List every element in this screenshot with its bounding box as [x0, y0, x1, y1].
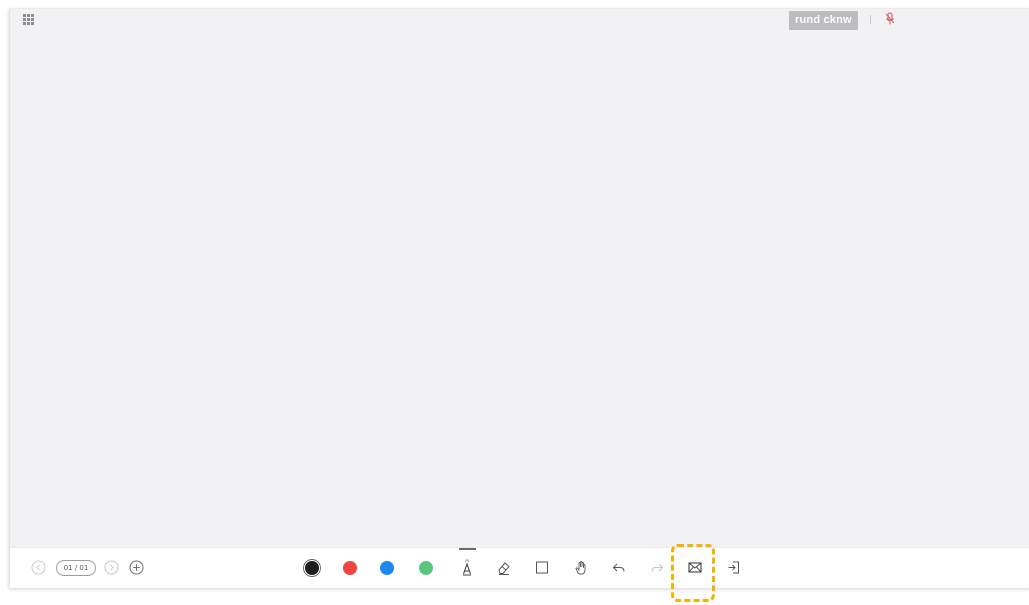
bottom-toolbar: 01 / 01	[10, 547, 1029, 588]
chevron-left-icon[interactable]	[31, 560, 46, 575]
pen-selector-indicator	[459, 548, 476, 550]
drawing-canvas[interactable]	[10, 31, 1029, 547]
pen-icon[interactable]	[459, 556, 475, 576]
microphone-muted-icon[interactable]	[884, 12, 896, 26]
eraser-icon[interactable]	[496, 559, 512, 576]
whiteboard-window: rund cknw 01 / 01	[9, 8, 1029, 588]
undo-icon[interactable]	[611, 559, 627, 576]
exit-icon[interactable]	[726, 559, 742, 576]
page-counter: 01 / 01	[56, 560, 96, 576]
color-green-swatch[interactable]	[419, 561, 433, 575]
color-red-swatch[interactable]	[343, 561, 357, 575]
hand-icon[interactable]	[573, 559, 589, 576]
grid-icon[interactable]	[23, 14, 34, 25]
chevron-right-icon[interactable]	[104, 560, 119, 575]
add-page-icon[interactable]	[129, 560, 144, 575]
color-blue-swatch[interactable]	[380, 561, 394, 575]
color-black-swatch[interactable]	[305, 561, 319, 575]
header-divider	[870, 15, 871, 24]
rectangle-icon[interactable]	[534, 559, 550, 576]
username-badge: rund cknw	[789, 11, 858, 30]
highlight-box	[671, 544, 715, 602]
redo-icon[interactable]	[649, 559, 665, 576]
